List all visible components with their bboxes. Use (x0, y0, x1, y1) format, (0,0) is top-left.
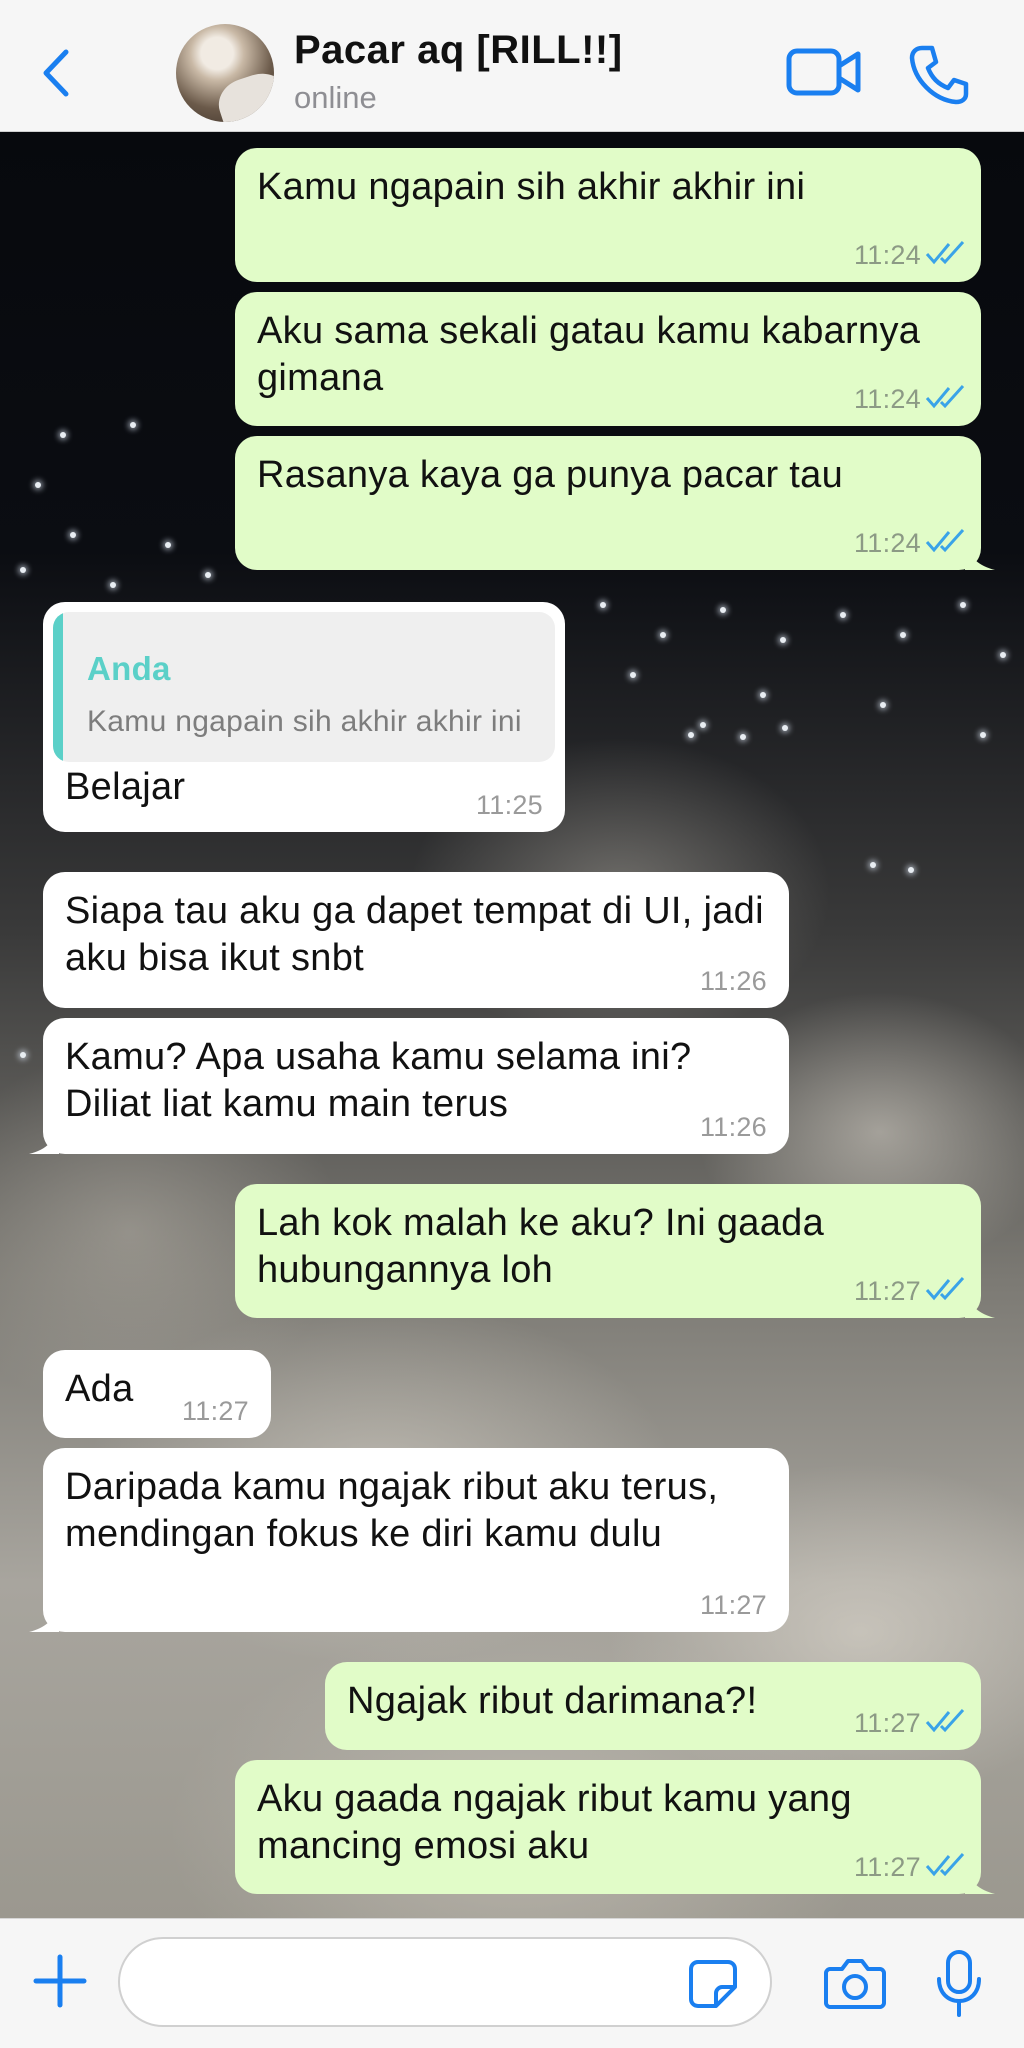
message-time: 11:27 (853, 1276, 921, 1306)
message-time: 11:27 (853, 1708, 921, 1738)
message-text: Lah kok malah ke aku? Ini gaada hubungan… (257, 1202, 825, 1291)
message-text: Aku gaada ngajak ribut kamu yang mancing… (257, 1778, 852, 1867)
message-bubble-outgoing[interactable]: Aku sama sekali gatau kamu kabarnya gima… (235, 292, 981, 426)
message-bubble-outgoing[interactable]: Aku gaada ngajak ribut kamu yang mancing… (235, 1760, 995, 1894)
message-bubble-outgoing[interactable]: Rasanya kaya ga punya pacar tau 11:24 (235, 436, 995, 570)
chevron-left-icon[interactable] (38, 46, 74, 100)
message-text: Ngajak ribut darimana?! (347, 1680, 758, 1722)
read-ticks-icon (925, 240, 965, 265)
chat-area[interactable]: Kamu ngapain sih akhir akhir ini 11:24 A… (0, 132, 1024, 1918)
contact-name[interactable]: Pacar aq [RILL!!] (294, 28, 623, 73)
message-text: Kamu? Apa usaha kamu selama ini? Diliat … (65, 1036, 692, 1125)
contact-status: online (294, 80, 377, 115)
message-time: 11:27 (699, 1590, 767, 1620)
bubble-tail (29, 1602, 59, 1632)
camera-icon[interactable] (824, 1955, 886, 2011)
message-time: 11:26 (699, 966, 767, 996)
message-input[interactable] (118, 1937, 772, 2027)
message-time: 11:24 (853, 384, 921, 414)
composer-bar (0, 1918, 1024, 2048)
message-bubble-incoming[interactable]: Ada 11:27 (43, 1350, 271, 1438)
message-text: Ada (65, 1368, 134, 1410)
read-ticks-icon (925, 1276, 965, 1301)
quoted-message[interactable]: Anda Kamu ngapain sih akhir akhir ini (53, 612, 555, 762)
avatar[interactable] (176, 24, 274, 122)
message-bubble-outgoing[interactable]: Kamu ngapain sih akhir akhir ini 11:24 (235, 148, 981, 282)
bubble-tail (965, 1288, 995, 1318)
chat-header: Pacar aq [RILL!!] online (0, 0, 1024, 132)
quoted-author: Anda (87, 650, 171, 687)
message-text: Daripada kamu ngajak ribut aku terus, me… (65, 1466, 719, 1555)
message-time: 11:24 (853, 528, 921, 558)
quoted-text: Kamu ngapain sih akhir akhir ini (87, 705, 522, 738)
message-text: Belajar (65, 766, 186, 808)
read-ticks-icon (925, 1852, 965, 1877)
message-time: 11:25 (475, 790, 543, 820)
message-time: 11:26 (699, 1112, 767, 1142)
message-text: Kamu ngapain sih akhir akhir ini (257, 166, 806, 208)
plus-icon[interactable] (32, 1953, 88, 2009)
message-text: Siapa tau aku ga dapet tempat di UI, jad… (65, 890, 764, 979)
sticker-icon[interactable] (688, 1959, 738, 2009)
message-text: Aku sama sekali gatau kamu kabarnya gima… (257, 310, 921, 399)
message-bubble-incoming[interactable]: Daripada kamu ngajak ribut aku terus, me… (29, 1448, 789, 1632)
microphone-icon[interactable] (934, 1949, 984, 2019)
read-ticks-icon (925, 384, 965, 409)
message-time: 11:27 (853, 1852, 921, 1882)
message-bubble-incoming[interactable]: Kamu? Apa usaha kamu selama ini? Diliat … (29, 1018, 789, 1154)
message-time: 11:24 (853, 240, 921, 270)
message-bubble-outgoing[interactable]: Lah kok malah ke aku? Ini gaada hubungan… (235, 1184, 995, 1318)
message-text: Rasanya kaya ga punya pacar tau (257, 454, 844, 496)
message-bubble-outgoing[interactable]: Ngajak ribut darimana?! 11:27 (325, 1662, 981, 1750)
read-ticks-icon (925, 1708, 965, 1733)
quote-bar (53, 612, 63, 762)
message-bubble-incoming[interactable]: Anda Kamu ngapain sih akhir akhir ini Be… (43, 602, 565, 832)
bubble-tail (965, 540, 995, 570)
video-camera-icon[interactable] (786, 46, 862, 98)
read-ticks-icon (925, 528, 965, 553)
phone-icon[interactable] (908, 44, 970, 106)
bubble-tail (965, 1864, 995, 1894)
bubble-tail (29, 1124, 59, 1154)
message-time: 11:27 (181, 1396, 249, 1426)
message-bubble-incoming[interactable]: Siapa tau aku ga dapet tempat di UI, jad… (43, 872, 789, 1008)
